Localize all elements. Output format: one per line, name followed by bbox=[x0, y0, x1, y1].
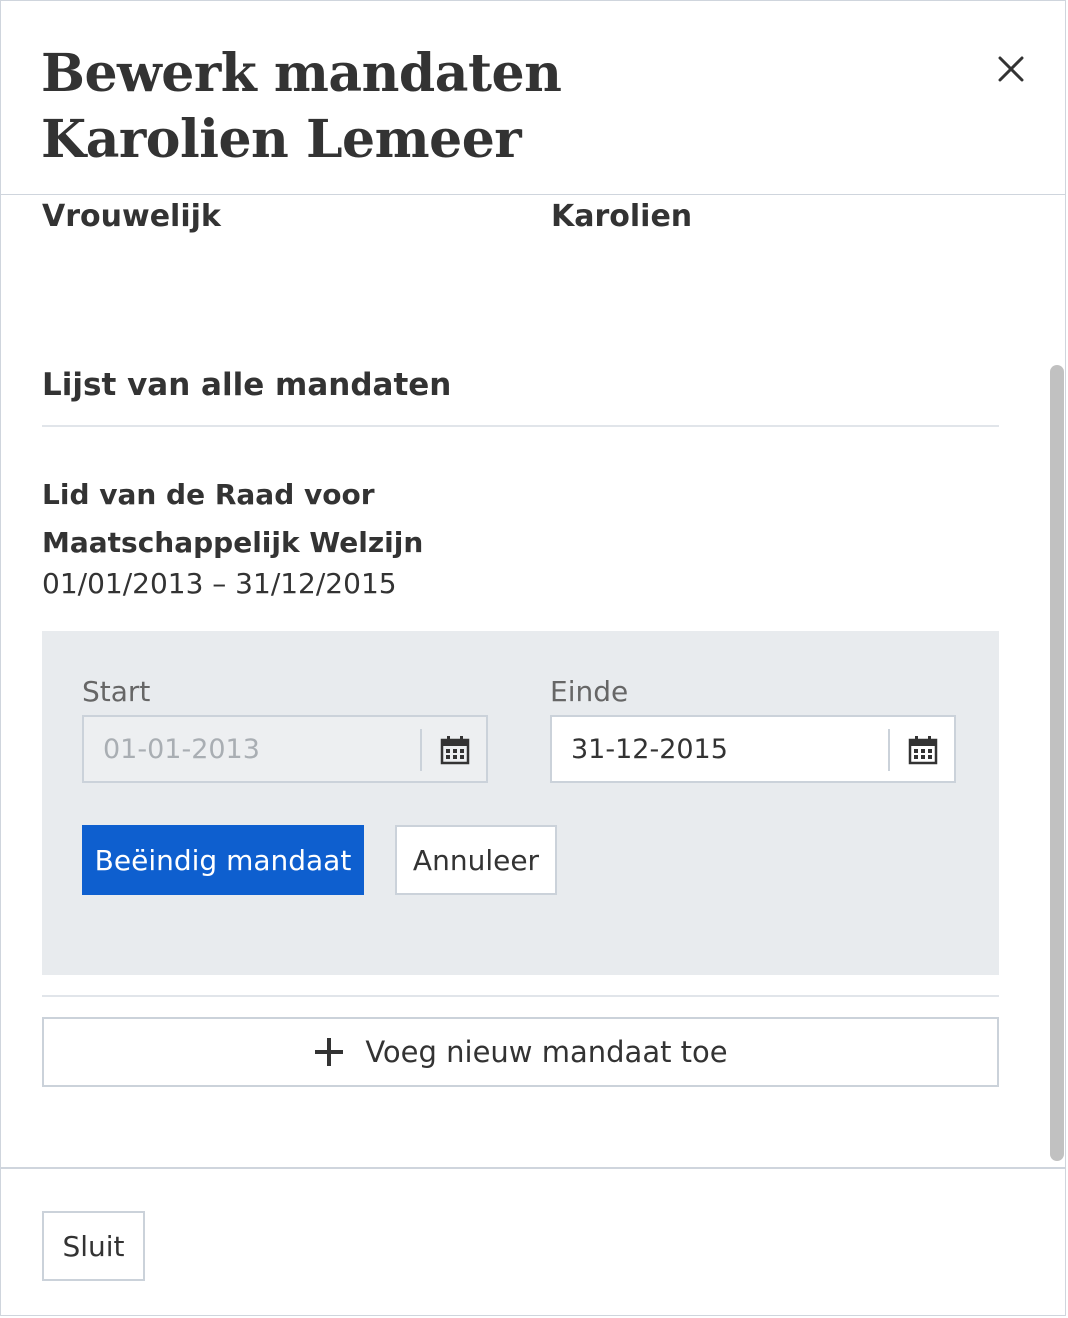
end-label: Einde bbox=[550, 675, 629, 708]
modal-header: Bewerk mandaten Karolien Lemeer bbox=[1, 1, 1065, 195]
add-mandate-label: Voeg nieuw mandaat toe bbox=[365, 1035, 728, 1069]
mandate-edit-panel: Start Einde bbox=[42, 631, 999, 975]
mandate-title: Lid van de Raad voor Maatschappelijk Wel… bbox=[42, 478, 424, 559]
calendar-icon[interactable] bbox=[908, 735, 938, 765]
edit-mandates-modal: Bewerk mandaten Karolien Lemeer Vrouweli… bbox=[0, 0, 1066, 1316]
mandate-divider bbox=[42, 995, 999, 997]
scrollbar-thumb[interactable] bbox=[1050, 365, 1064, 1161]
start-date-input bbox=[84, 717, 420, 781]
start-label: Start bbox=[82, 675, 151, 708]
first-name-value: Karolien bbox=[551, 199, 693, 234]
modal-footer: Sluit bbox=[1, 1167, 1065, 1315]
plus-icon bbox=[313, 1036, 345, 1068]
input-separator bbox=[888, 729, 890, 771]
scrollbar[interactable] bbox=[1046, 195, 1064, 1167]
modal-title-line1: Bewerk mandaten bbox=[41, 43, 562, 104]
section-divider bbox=[42, 425, 999, 427]
gender-value: Vrouwelijk bbox=[42, 199, 221, 234]
close-modal-button[interactable] bbox=[991, 49, 1031, 89]
cancel-button[interactable]: Annuleer bbox=[395, 825, 557, 895]
modal-body: Vrouwelijk Karolien Lijst van alle manda… bbox=[1, 195, 1065, 1167]
modal-title-line2: Karolien Lemeer bbox=[41, 109, 522, 170]
close-button[interactable]: Sluit bbox=[42, 1211, 145, 1281]
end-mandate-button[interactable]: Beëindig mandaat bbox=[82, 825, 364, 895]
calendar-icon bbox=[440, 736, 470, 765]
mandate-dates: 01/01/2013 – 31/12/2015 bbox=[42, 567, 397, 600]
input-separator bbox=[420, 729, 422, 771]
start-date-field bbox=[82, 715, 488, 783]
end-date-field bbox=[550, 715, 956, 783]
modal-title: Bewerk mandaten Karolien Lemeer bbox=[41, 41, 562, 173]
mandates-list-heading: Lijst van alle mandaten bbox=[42, 367, 452, 403]
end-date-input[interactable] bbox=[552, 717, 888, 781]
close-icon bbox=[998, 56, 1024, 82]
add-mandate-button[interactable]: Voeg nieuw mandaat toe bbox=[42, 1017, 999, 1087]
